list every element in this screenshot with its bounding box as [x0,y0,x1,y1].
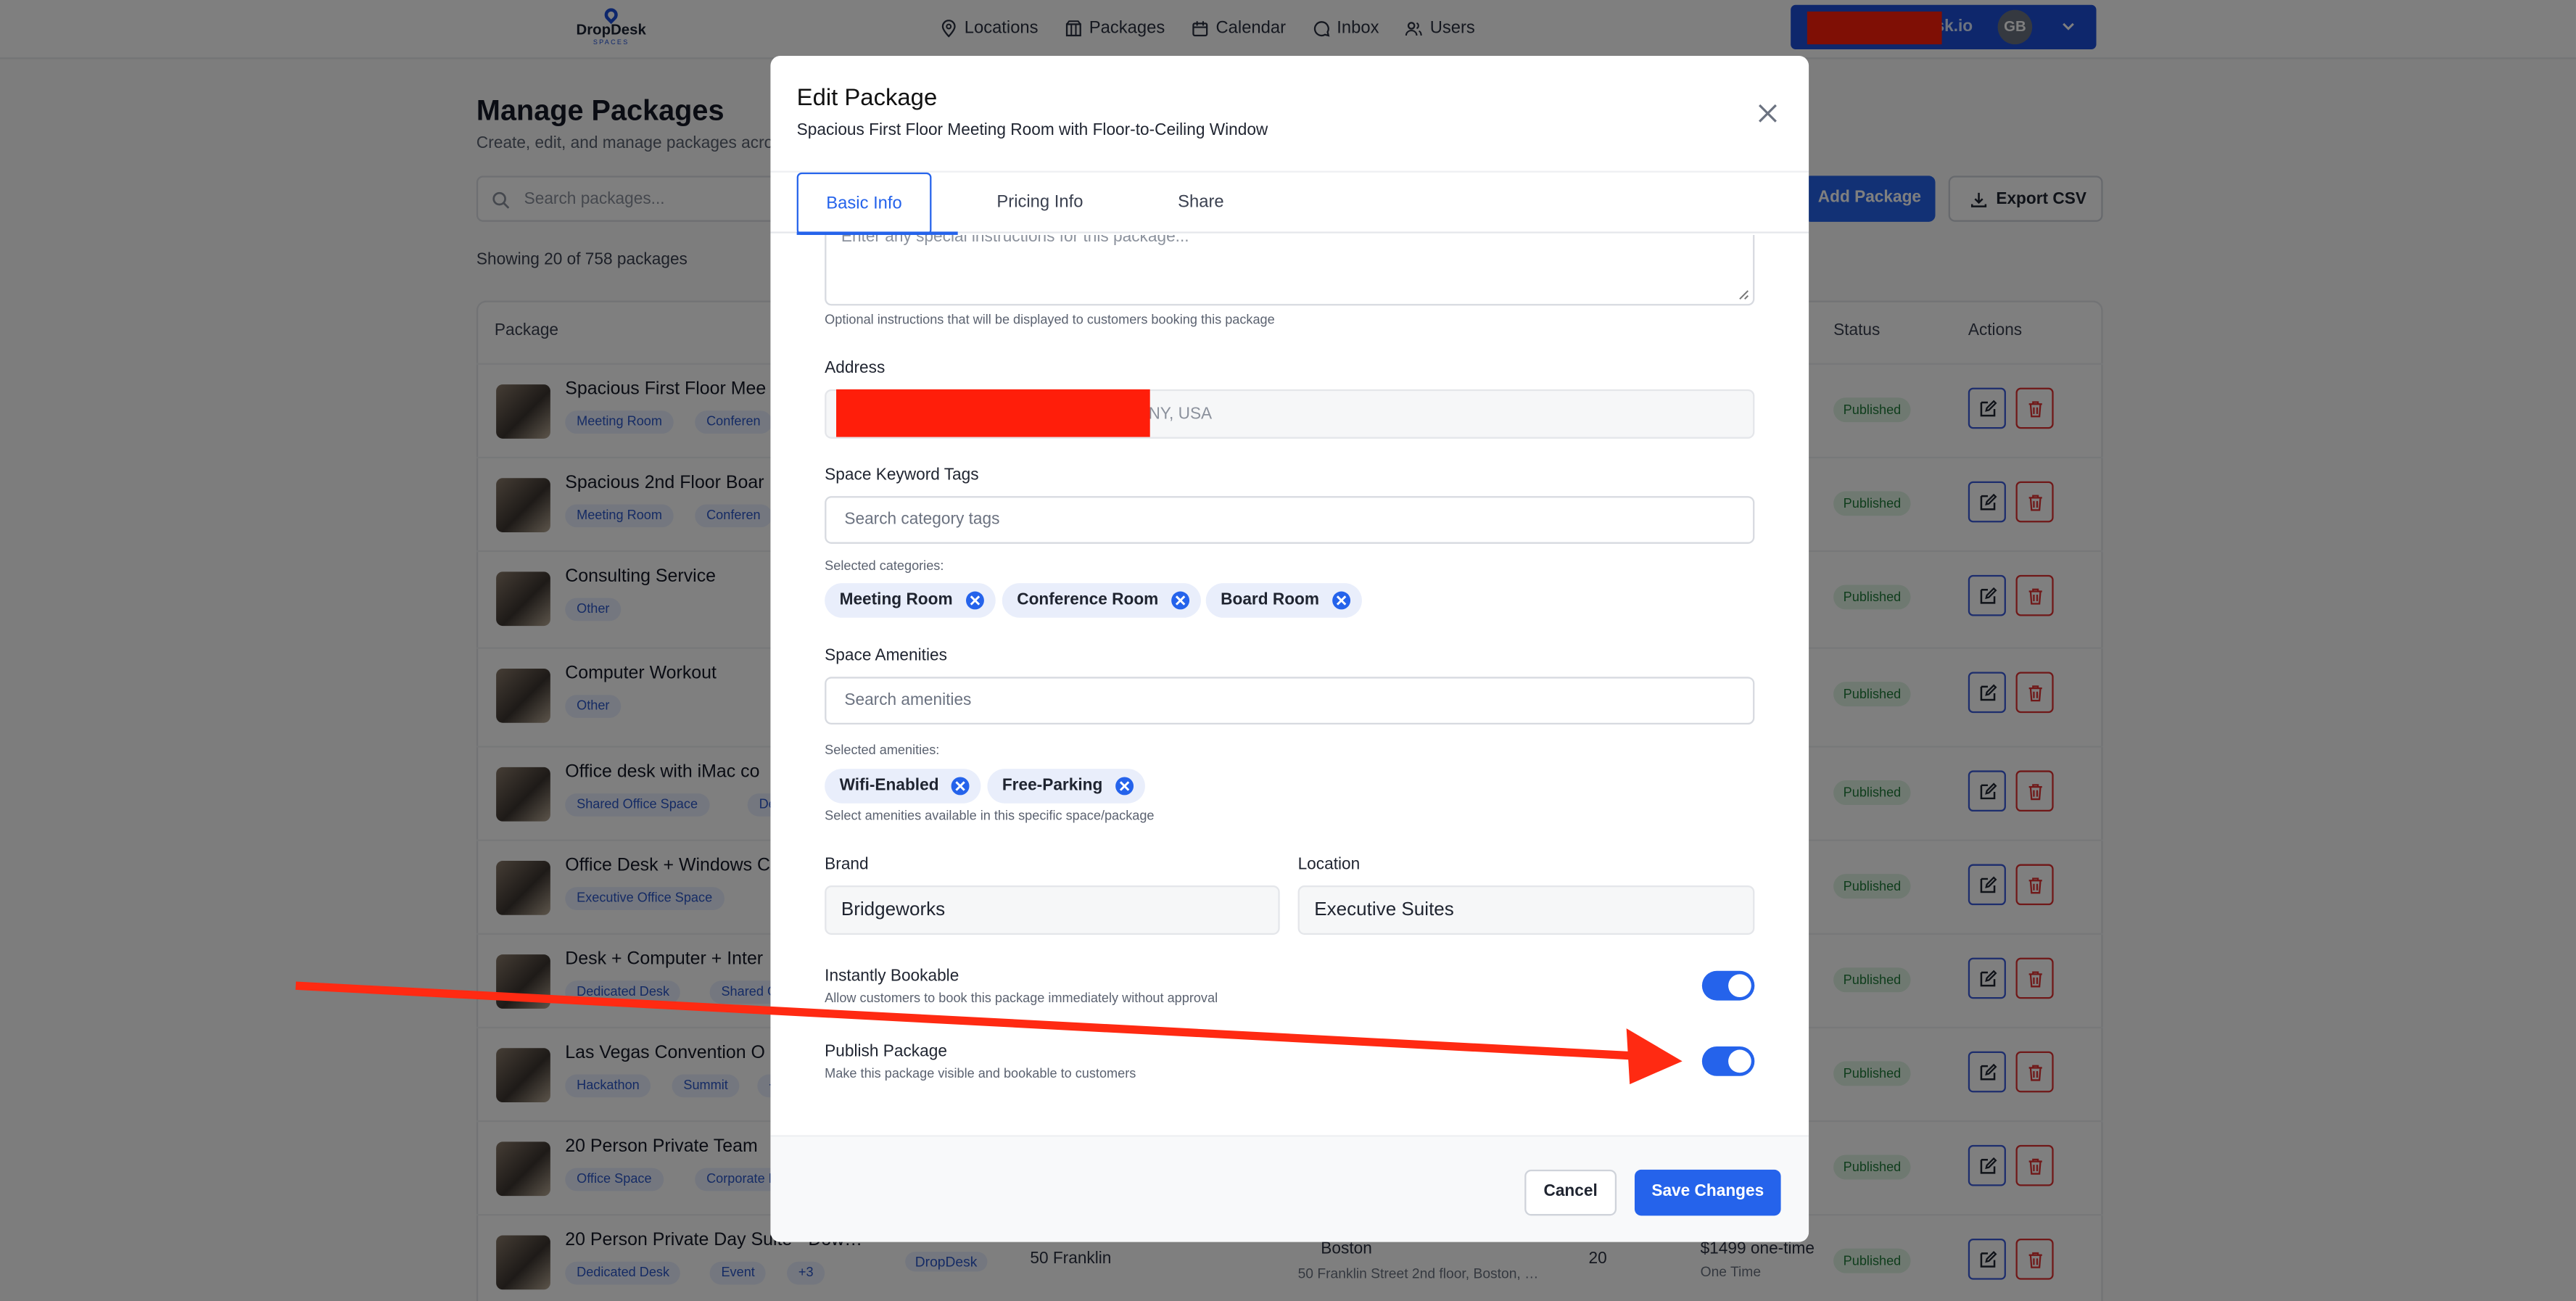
brand-value: Bridgeworks [841,900,946,920]
address-value: NY, USA [1148,405,1213,424]
tab-basic-info[interactable]: Basic Info [796,172,932,235]
category-tags-placeholder: Search category tags [844,511,1000,529]
publish-package-desc: Make this package visible and bookable t… [825,1066,1136,1081]
category-chip-conference-room: Conference Room [1002,583,1202,618]
resize-handle-icon[interactable] [1736,287,1749,300]
chip-label: Free-Parking [1002,777,1103,796]
category-chip-meeting-room: Meeting Room [825,583,996,618]
selected-amenities-label: Selected amenities: [825,742,940,758]
amenities-placeholder: Search amenities [844,691,972,710]
amenities-help: Select amenities available in this speci… [825,808,1155,823]
tab-pricing-info[interactable]: Pricing Info [974,173,1105,235]
brand-label: Brand [825,856,869,875]
tab-share[interactable]: Share [1152,173,1250,235]
chip-label: Meeting Room [839,591,953,610]
amenities-label: Space Amenities [825,647,947,666]
remove-chip-icon[interactable] [951,777,970,796]
chip-label: Wifi-Enabled [839,777,939,796]
save-changes-button[interactable]: Save Changes [1634,1169,1781,1216]
location-value: Executive Suites [1314,900,1454,920]
instantly-bookable-label: Instantly Bookable [825,967,959,986]
selected-categories-label: Selected categories: [825,558,944,574]
amenity-chip-parking: Free-Parking [987,769,1146,804]
amenities-search-input[interactable]: Search amenities [825,677,1755,724]
chip-label: Conference Room [1017,591,1159,610]
edit-package-modal: Edit Package Spacious First Floor Meetin… [770,56,1809,1242]
chip-label: Board Room [1221,591,1320,610]
publish-package-toggle[interactable] [1701,1046,1755,1076]
special-instructions-textarea[interactable]: Enter any special instructions for this … [825,234,1755,306]
instantly-bookable-toggle[interactable] [1701,970,1755,1001]
keyword-tags-label: Space Keyword Tags [825,466,979,485]
modal-subtitle: Spacious First Floor Meeting Room with F… [796,121,1268,140]
instantly-bookable-desc: Allow customers to book this package imm… [825,990,1218,1006]
modal-footer: Cancel Save Changes [770,1135,1809,1242]
location-field[interactable]: Executive Suites [1297,885,1755,935]
special-instructions-help: Optional instructions that will be displ… [825,312,1275,327]
brand-field[interactable]: Bridgeworks [825,885,1280,935]
amenity-chip-wifi: Wifi-Enabled [825,769,982,804]
category-tags-search-input[interactable]: Search category tags [825,496,1755,544]
address-label: Address [825,360,886,379]
modal-scroll-body[interactable]: Enter any special instructions for this … [770,234,1809,1135]
category-chip-board-room: Board Room [1205,583,1362,618]
app-viewport: DropDesk SPACES Locations Packages Calen… [0,0,2576,1301]
publish-package-label: Publish Package [825,1043,947,1062]
modal-tabs: Basic Info Pricing Info Share [770,170,1809,235]
location-label: Location [1297,856,1361,875]
remove-chip-icon[interactable] [1332,591,1351,610]
redaction-box [836,389,1150,437]
modal-title: Edit Package [796,85,938,112]
remove-chip-icon[interactable] [1115,777,1134,796]
remove-chip-icon[interactable] [1171,591,1190,610]
special-instructions-placeholder: Enter any special instructions for this … [841,234,1189,247]
close-icon[interactable] [1756,102,1780,125]
cancel-button[interactable]: Cancel [1524,1169,1617,1216]
remove-chip-icon[interactable] [965,591,984,610]
